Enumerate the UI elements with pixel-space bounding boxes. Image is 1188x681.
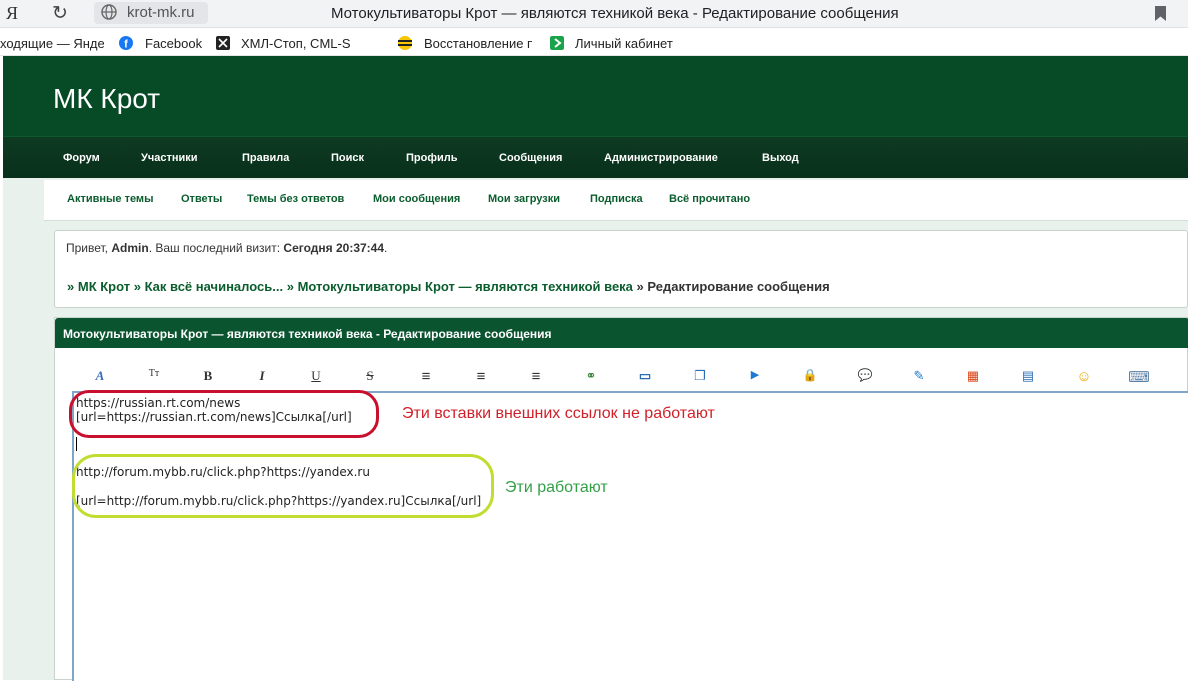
browser-titlebar: Я ↻ krot-mk.ru Мотокультиваторы Крот — я… bbox=[0, 0, 1188, 28]
bookmark-icon[interactable] bbox=[1155, 6, 1166, 21]
svg-text:f: f bbox=[124, 39, 128, 51]
yandex-logo[interactable]: Я bbox=[6, 3, 18, 24]
edit-image-icon[interactable]: ✎ bbox=[908, 368, 930, 386]
breadcrumb-current: Редактирование сообщения bbox=[647, 279, 830, 294]
subnav-active-topics[interactable]: Активные темы bbox=[67, 193, 153, 205]
green-highlight-oval bbox=[72, 454, 494, 518]
sub-navigation: Активные темы Ответы Темы без ответов Мо… bbox=[44, 180, 1188, 221]
bookmark-xml-stop[interactable]: ХМЛ-Стоп, CML-S bbox=[241, 36, 351, 51]
bookmarks-bar: ходящие — Янде f Facebook ХМЛ-Стоп, CML-… bbox=[0, 28, 1188, 56]
breadcrumb-home[interactable]: МК Крот bbox=[78, 279, 130, 294]
greeting-middle: . Ваш последний визит: bbox=[148, 241, 284, 255]
nav-messages[interactable]: Сообщения bbox=[499, 152, 562, 164]
breadcrumb-separator: » bbox=[133, 279, 141, 294]
color-grid-icon[interactable]: ▦ bbox=[962, 368, 984, 386]
link-icon[interactable]: ⚭ bbox=[580, 368, 602, 386]
greeting-suffix: . bbox=[384, 241, 388, 255]
strikethrough-icon[interactable]: S bbox=[359, 368, 381, 386]
green-arrow-icon bbox=[550, 36, 564, 50]
breadcrumb-separator: » bbox=[636, 279, 644, 294]
bookmark-facebook[interactable]: Facebook bbox=[145, 36, 202, 51]
subnav-mark-all-read[interactable]: Всё прочитано bbox=[669, 193, 750, 205]
annotation-working: Эти работают bbox=[505, 479, 608, 496]
subnav-unanswered[interactable]: Темы без ответов bbox=[247, 193, 344, 205]
copy-icon[interactable]: ❐ bbox=[689, 368, 711, 386]
breadcrumb: » МК Крот » Как всё начиналось... » Мото… bbox=[67, 279, 830, 294]
speech-bubble-icon[interactable]: 💬 bbox=[854, 368, 876, 386]
greeting-text: Привет, Admin. Ваш последний визит: Сего… bbox=[66, 241, 387, 255]
keyboard-icon[interactable]: ⌨ bbox=[1128, 368, 1150, 386]
greeting-prefix: Привет, bbox=[66, 241, 112, 255]
bookmark-yandex-mail[interactable]: ходящие — Янде bbox=[0, 36, 104, 51]
panel-title: Мотокультиваторы Крот — являются технико… bbox=[63, 327, 552, 341]
page-title: Мотокультиваторы Крот — являются технико… bbox=[331, 5, 899, 22]
align-right-icon[interactable]: ≡ bbox=[525, 368, 547, 386]
forum-page: МК Крот Форум Участники Правила Поиск Пр… bbox=[3, 56, 1188, 681]
url-text[interactable]: krot-mk.ru bbox=[127, 4, 195, 21]
nav-logout[interactable]: Выход bbox=[762, 152, 799, 164]
underline-icon[interactable]: U bbox=[305, 368, 327, 386]
main-navigation: Форум Участники Правила Поиск Профиль Со… bbox=[3, 136, 1188, 178]
facebook-icon: f bbox=[119, 36, 133, 50]
site-title[interactable]: МК Крот bbox=[53, 83, 160, 115]
video-icon[interactable]: ▶ bbox=[744, 368, 766, 386]
font-size-icon[interactable]: Tт bbox=[143, 368, 165, 386]
nav-forum[interactable]: Форум bbox=[63, 152, 100, 164]
breadcrumb-separator: » bbox=[286, 279, 294, 294]
greeting-user[interactable]: Admin bbox=[111, 241, 148, 255]
align-left-icon[interactable]: ≡ bbox=[415, 368, 437, 386]
globe-icon bbox=[101, 4, 117, 20]
text-caret bbox=[76, 437, 77, 451]
annotation-not-working: Эти вставки внешних ссылок не работают bbox=[402, 405, 715, 422]
site-header: МК Крот bbox=[3, 56, 1188, 136]
subnav-my-posts[interactable]: Мои сообщения bbox=[373, 193, 460, 205]
nav-rules[interactable]: Правила bbox=[242, 152, 289, 164]
subnav-replies[interactable]: Ответы bbox=[181, 193, 222, 205]
lock-icon[interactable]: 🔒 bbox=[799, 368, 821, 386]
reload-icon[interactable]: ↻ bbox=[52, 2, 68, 25]
font-color-icon[interactable]: A bbox=[89, 368, 111, 386]
book-icon[interactable]: ▭ bbox=[634, 368, 656, 386]
welcome-box: Привет, Admin. Ваш последний визит: Сего… bbox=[54, 230, 1188, 308]
breadcrumb-forum[interactable]: Как всё начиналось... bbox=[145, 279, 283, 294]
bookmark-personal-cabinet[interactable]: Личный кабинет bbox=[575, 36, 673, 51]
beeline-icon bbox=[398, 36, 412, 50]
last-visit-time: Сегодня 20:37:44 bbox=[283, 241, 385, 255]
bookmark-beeline[interactable]: Восстановление п bbox=[424, 36, 532, 51]
panel-header: Мотокультиваторы Крот — являются технико… bbox=[55, 318, 1188, 348]
subnav-my-uploads[interactable]: Мои загрузки bbox=[488, 193, 560, 205]
italic-icon[interactable]: I bbox=[251, 368, 273, 386]
nav-members[interactable]: Участники bbox=[141, 152, 198, 164]
editor-toolbar: A Tт B I U S ≡ ≡ ≡ ⚭ ▭ ❐ ▶ 🔒 💬 ✎ ▦ ▤ ☺ ⌨ bbox=[55, 360, 1188, 390]
bold-icon[interactable]: B bbox=[197, 368, 219, 386]
nav-profile[interactable]: Профиль bbox=[406, 152, 457, 164]
nav-administration[interactable]: Администрирование bbox=[604, 152, 718, 164]
subnav-subscription[interactable]: Подписка bbox=[590, 193, 643, 205]
table-icon[interactable]: ▤ bbox=[1017, 368, 1039, 386]
smiley-icon[interactable]: ☺ bbox=[1073, 368, 1095, 386]
xml-stop-icon bbox=[216, 36, 230, 50]
breadcrumb-separator: » bbox=[67, 279, 75, 294]
align-center-icon[interactable]: ≡ bbox=[470, 368, 492, 386]
red-highlight-oval bbox=[69, 390, 379, 438]
breadcrumb-topic[interactable]: Мотокультиваторы Крот — являются технико… bbox=[298, 279, 633, 294]
nav-search[interactable]: Поиск bbox=[331, 152, 364, 164]
